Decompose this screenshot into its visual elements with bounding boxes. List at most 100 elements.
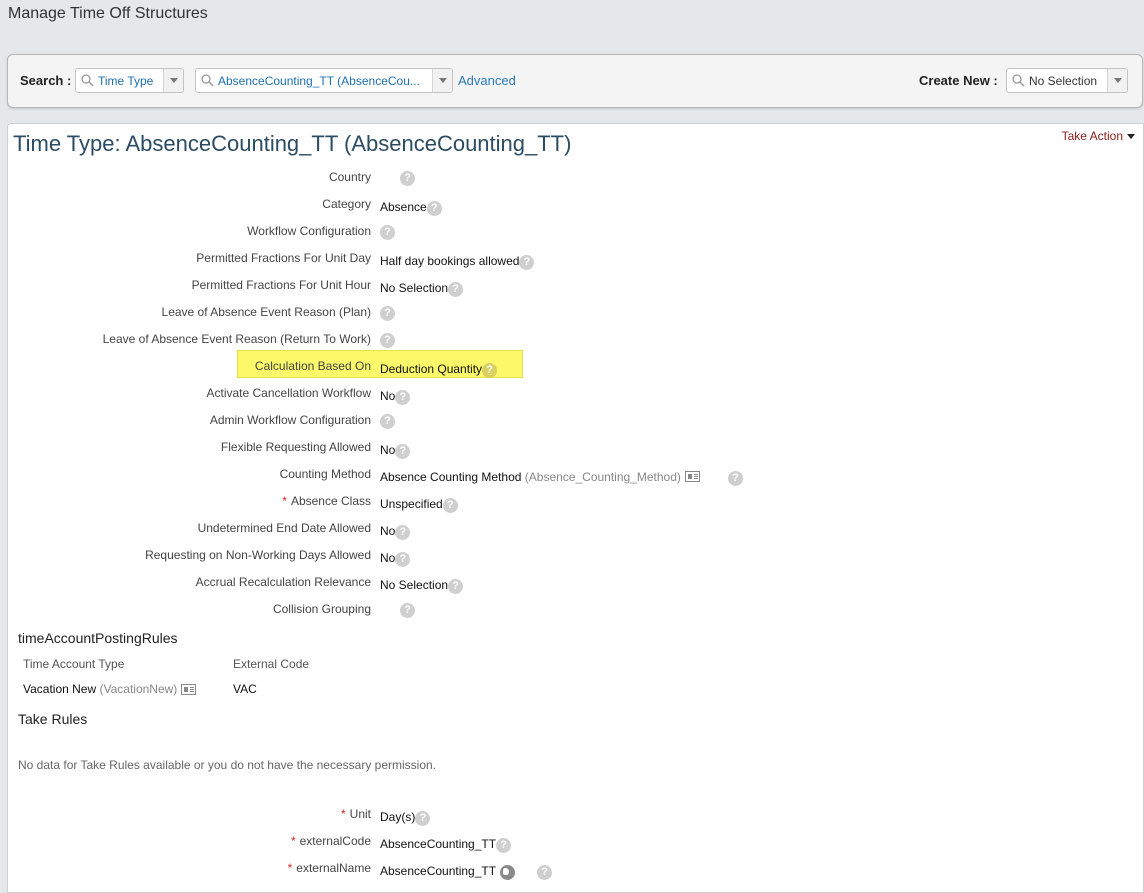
field-label: Category [322,197,371,211]
posting-rules-title: timeAccountPostingRules [18,630,178,646]
globe-icon[interactable] [500,864,516,880]
search-type-value: Time Type [98,73,154,88]
field-label: Permitted Fractions For Unit Hour [191,278,371,292]
help-icon[interactable]: ? [426,201,442,216]
required-marker: * [340,807,346,821]
search-type-select[interactable]: Time Type [75,68,184,93]
help-icon[interactable]: ? [519,255,535,270]
field-row-fractions-unit-hour: Permitted Fractions For Unit Hour No Sel… [8,276,808,297]
help-icon[interactable]: ? [395,525,411,540]
field-label: Collision Grouping [272,602,371,616]
field-value: No? [380,386,411,405]
help-icon[interactable]: ? [448,282,464,297]
counting-method-link[interactable]: Absence Counting Method [380,470,521,484]
help-icon[interactable]: ? [442,498,458,513]
time-account-type-code: (VacationNew) [99,682,178,696]
field-row-accrual-recalculation: Accrual Recalculation Relevance No Selec… [8,573,808,594]
field-label: Calculation Based On [254,359,371,373]
help-icon[interactable]: ? [496,838,512,853]
chevron-down-icon[interactable] [1107,69,1127,92]
help-icon[interactable]: ? [380,225,395,240]
field-row-admin-workflow: Admin Workflow Configuration ? [8,411,808,431]
field-value: No? [380,548,411,567]
field-row-unit: * Unit Day(s)? [8,805,808,826]
counting-method-code: (Absence_Counting_Method) [524,469,681,484]
field-label: Admin Workflow Configuration [209,413,371,427]
field-value: No Selection? [380,575,464,594]
search-record-value: AbsenceCounting_TT (AbsenceCou... [218,73,420,88]
field-value: Absence Counting Method (Absence_Countin… [380,467,743,486]
search-bar: Search : Time Type AbsenceCounting_TT (A… [7,54,1143,108]
field-row-category: Category Absence? [8,195,808,216]
field-row-collision-grouping: Collision Grouping ? [8,600,808,620]
business-card-icon[interactable] [684,471,700,482]
create-new-select[interactable]: No Selection [1006,68,1128,93]
field-value: AbsenceCounting_TT? [380,861,553,880]
help-icon[interactable]: ? [380,333,395,348]
search-record-select[interactable]: AbsenceCounting_TT (AbsenceCou... [195,68,453,93]
chevron-down-icon[interactable] [163,69,183,92]
column-header-external-code: External Code [233,657,310,671]
field-label: Leave of Absence Event Reason (Return To… [102,332,371,346]
field-label: Activate Cancellation Workflow [206,386,371,400]
help-icon[interactable]: ? [380,306,395,321]
field-label: Counting Method [279,467,371,481]
column-header-time-account-type: Time Account Type [23,657,125,671]
field-row-loa-reason-return: Leave of Absence Event Reason (Return To… [8,330,808,350]
help-icon[interactable]: ? [448,579,464,594]
field-row-external-name: * externalName AbsenceCounting_TT? [8,859,808,880]
chevron-down-icon[interactable] [432,69,452,92]
field-row-workflow-configuration: Workflow Configuration ? [8,222,808,242]
field-row-non-working-days: Requesting on Non-Working Days Allowed N… [8,546,808,567]
field-row-flexible-requesting: Flexible Requesting Allowed No? [8,438,808,459]
field-row-country: Country ? [8,168,808,188]
help-icon[interactable]: ? [482,363,498,378]
field-row-loa-reason-plan: Leave of Absence Event Reason (Plan) ? [8,303,808,323]
help-icon[interactable]: ? [380,414,395,429]
business-card-icon[interactable] [181,683,197,695]
field-value: AbsenceCounting_TT? [380,834,512,853]
field-value: Absence? [380,197,442,216]
help-icon[interactable]: ? [537,865,553,880]
field-label: Workflow Configuration [247,224,371,238]
field-label: Undetermined End Date Allowed [197,521,371,535]
help-icon[interactable]: ? [727,471,743,486]
field-label: Requesting on Non-Working Days Allowed [145,548,371,562]
field-value: No? [380,521,411,540]
take-rules-empty-message: No data for Take Rules available or you … [18,758,437,772]
field-row-counting-method: Counting Method Absence Counting Method … [8,465,808,486]
field-value: Unspecified? [380,494,458,513]
advanced-search-link[interactable]: Advanced [458,73,516,88]
field-label: Flexible Requesting Allowed [220,440,371,454]
field-value: Day(s)? [380,807,431,826]
required-marker: * [287,861,293,875]
take-rules-title: Take Rules [18,711,88,727]
help-icon[interactable]: ? [395,444,411,459]
field-row-undetermined-end-date: Undetermined End Date Allowed No? [8,519,808,540]
field-row-absence-class: * Absence Class Unspecified? [8,492,808,513]
search-icon [201,74,214,87]
help-icon[interactable]: ? [400,171,415,186]
page-title: Manage Time Off Structures [8,5,208,22]
time-account-type-link[interactable]: Vacation New [23,682,96,696]
field-label: * Absence Class [282,494,371,508]
required-marker: * [282,494,287,508]
create-new-value: No Selection [1029,73,1098,88]
required-marker: * [290,834,296,848]
search-label: Search : [20,73,72,88]
field-label: Leave of Absence Event Reason (Plan) [161,305,371,319]
create-new-label: Create New : [919,73,998,88]
help-icon[interactable]: ? [400,603,415,618]
search-icon [1012,74,1025,87]
field-row-calculation-based-on: Calculation Based On Deduction Quantity? [8,357,808,378]
help-icon[interactable]: ? [395,390,411,405]
external-code-cell: VAC [233,682,257,696]
field-value: No Selection? [380,278,464,297]
help-icon[interactable]: ? [395,552,411,567]
field-value: Deduction Quantity? [380,359,498,378]
take-action-menu[interactable]: Take Action [1062,129,1135,143]
field-label: Country [328,170,371,184]
help-icon[interactable]: ? [415,811,431,826]
field-label: * Unit [340,807,371,821]
field-row-external-code: * externalCode AbsenceCounting_TT? [8,832,808,853]
